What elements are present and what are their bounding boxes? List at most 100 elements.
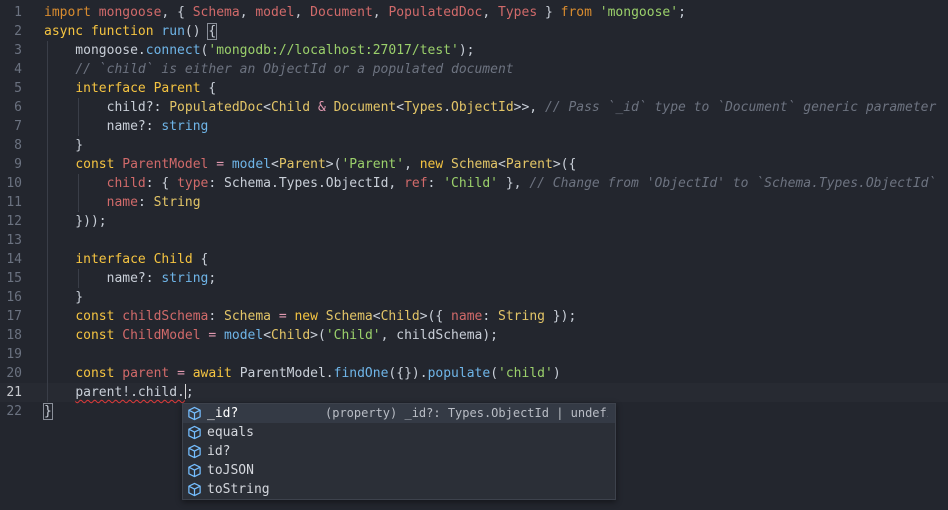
code-token: async bbox=[44, 24, 84, 39]
line-number: 13 bbox=[6, 233, 22, 248]
code-line[interactable]: 16 } bbox=[0, 288, 948, 307]
code-token: : bbox=[482, 309, 499, 324]
code-line[interactable]: 5 interface Parent { bbox=[0, 79, 948, 98]
code-token: . bbox=[443, 100, 452, 115]
code-token: string bbox=[161, 119, 209, 134]
code-line[interactable]: 20 const parent = await ParentModel.find… bbox=[0, 364, 948, 383]
code-line[interactable]: 1 import mongoose, { Schema, model, Docum… bbox=[0, 3, 948, 22]
symbol-property-icon bbox=[187, 482, 202, 497]
code-line[interactable]: 7 name?: string bbox=[0, 117, 948, 136]
suggestion-item[interactable]: equals bbox=[183, 423, 615, 442]
code-line[interactable]: 15 name?: string; bbox=[0, 269, 948, 288]
line-number: 5 bbox=[14, 81, 22, 96]
line-number: 19 bbox=[6, 347, 22, 362]
code-token: : Schema.Types.ObjectId, bbox=[208, 176, 405, 191]
code-text: mongoose.connect('mongodb://localhost:27… bbox=[44, 41, 474, 60]
code-line[interactable]: 13 bbox=[0, 231, 948, 250]
code-text: } bbox=[44, 288, 83, 307]
code-token: await bbox=[192, 366, 232, 381]
code-editor[interactable]: 1 import mongoose, { Schema, model, Docum… bbox=[0, 3, 948, 421]
line-number: 15 bbox=[6, 271, 22, 286]
code-token: child?: bbox=[44, 100, 170, 115]
line-number: 7 bbox=[14, 119, 22, 134]
symbol-property-icon bbox=[187, 463, 202, 478]
code-line[interactable]: 11 name: String bbox=[0, 193, 948, 212]
code-token: child bbox=[106, 176, 146, 191]
code-line[interactable]: 2 async function run() { bbox=[0, 22, 948, 41]
code-token: () bbox=[184, 24, 209, 39]
matched-bracket: } bbox=[43, 403, 53, 420]
autocomplete-widget[interactable]: _id? (property) _id?: Types.ObjectId | un… bbox=[182, 403, 616, 500]
code-token: 'Child' bbox=[443, 176, 498, 191]
code-text: })); bbox=[44, 212, 107, 231]
line-number: 11 bbox=[6, 195, 22, 210]
code-token: Types bbox=[498, 5, 538, 20]
code-token: Schema bbox=[325, 309, 373, 324]
code-token: < bbox=[263, 100, 271, 115]
code-token: // Change from 'ObjectId' to `Schema.Typ… bbox=[529, 176, 937, 191]
suggestion-item[interactable]: id? bbox=[183, 442, 615, 461]
code-line[interactable]: 10 child: { type: Schema.Types.ObjectId,… bbox=[0, 174, 948, 193]
suggestion-label: _id? bbox=[207, 406, 239, 421]
code-token: : { bbox=[145, 176, 178, 191]
code-line[interactable]: 12 })); bbox=[0, 212, 948, 231]
code-line[interactable]: 18 const ChildModel = model<Child>('Chil… bbox=[0, 326, 948, 345]
code-token: }, bbox=[498, 176, 530, 191]
code-token: Child bbox=[153, 252, 193, 267]
code-token: } bbox=[44, 138, 84, 153]
suggestion-item[interactable]: _id? (property) _id?: Types.ObjectId | un… bbox=[183, 404, 615, 423]
code-token: const bbox=[75, 157, 115, 172]
code-line[interactable]: 8 } bbox=[0, 136, 948, 155]
code-token: })); bbox=[44, 214, 107, 229]
symbol-property-icon bbox=[187, 425, 202, 440]
code-token: < bbox=[263, 328, 272, 343]
code-token: name bbox=[451, 309, 483, 324]
code-token: from bbox=[560, 5, 592, 20]
code-token: model bbox=[231, 157, 271, 172]
code-token: Parent bbox=[153, 81, 201, 96]
code-line[interactable]: 4 // `child` is either an ObjectId or a … bbox=[0, 60, 948, 79]
code-text: const parent = await ParentModel.findOne… bbox=[44, 364, 560, 383]
code-token: model bbox=[255, 5, 295, 20]
code-line[interactable]: 3 mongoose.connect('mongodb://localhost:… bbox=[0, 41, 948, 60]
code-text: const childSchema: Schema = new Schema<C… bbox=[44, 307, 576, 326]
code-line[interactable]: 9 const ParentModel = model<Parent>('Par… bbox=[0, 155, 948, 174]
suggestion-item[interactable]: toJSON bbox=[183, 461, 615, 480]
code-token: childSchema bbox=[122, 309, 209, 324]
code-token: ParentModel bbox=[122, 157, 209, 172]
code-token: mongoose. bbox=[44, 43, 146, 58]
suggestion-detail: (property) _id?: Types.ObjectId | undefi… bbox=[325, 406, 608, 420]
code-token: 'mongodb://localhost:27017/test' bbox=[208, 43, 459, 58]
code-token: , bbox=[482, 5, 499, 20]
indent-guide bbox=[47, 231, 48, 250]
code-token: ; bbox=[208, 271, 217, 286]
code-line[interactable]: 14 interface Child { bbox=[0, 250, 948, 269]
code-token: run bbox=[161, 24, 185, 39]
suggestion-item[interactable]: toString bbox=[183, 480, 615, 499]
code-token: , { bbox=[161, 5, 193, 20]
code-line[interactable]: 21 parent!.child.; bbox=[0, 383, 948, 402]
code-token: string bbox=[161, 271, 209, 286]
code-line[interactable]: 17 const childSchema: Schema = new Schem… bbox=[0, 307, 948, 326]
code-line[interactable]: 6 child?: PopulatedDoc<Child & Document<… bbox=[0, 98, 948, 117]
code-token: }); bbox=[544, 309, 577, 324]
code-token: Child bbox=[380, 309, 420, 324]
suggestion-label: equals bbox=[207, 425, 254, 440]
line-number: 3 bbox=[14, 43, 22, 58]
code-token: , bbox=[404, 157, 420, 172]
code-token: new bbox=[294, 309, 318, 324]
code-text: parent!.child.; bbox=[44, 383, 194, 402]
code-token: type bbox=[177, 176, 209, 191]
line-number: 6 bbox=[14, 100, 22, 115]
code-line[interactable]: 19 bbox=[0, 345, 948, 364]
